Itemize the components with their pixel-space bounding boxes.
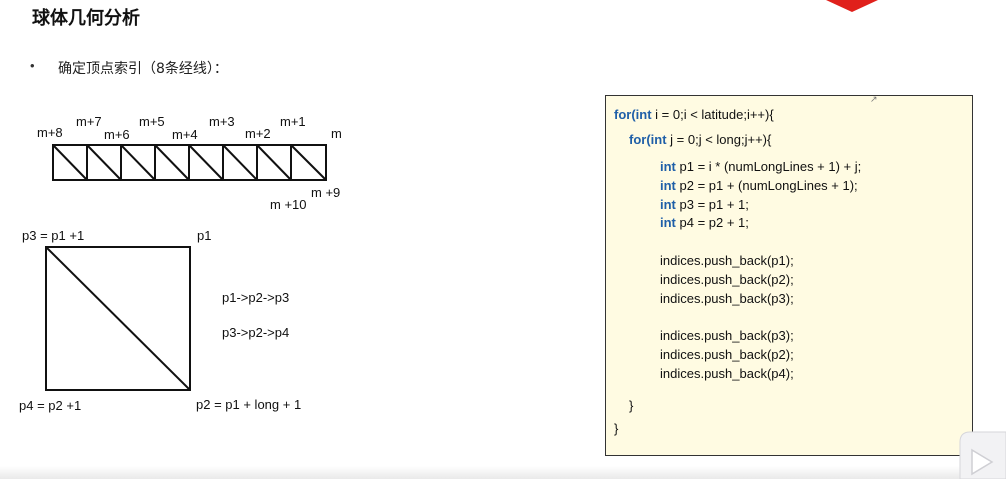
strip-label-m10: m +10 (270, 197, 307, 212)
bullet-text: 确定顶点索引（8条经线）： (58, 61, 228, 77)
brand-red-tab (826, 0, 878, 12)
code-line-p1: int p1 = i * (numLongLines + 1) + j; (660, 159, 862, 174)
triangle-order-2: p3->p2->p4 (222, 325, 290, 340)
code-line-inner-loop: for(int j = 0;j < long;j++){ (629, 132, 772, 147)
code-line-p4: int p4 = p2 + 1; (660, 215, 749, 230)
code-line-p2: int p2 = p1 + (numLongLines + 1); (660, 178, 858, 193)
quad-triangles-diagram (45, 246, 191, 391)
code-line-push-2: indices.push_back(p2); (660, 272, 794, 287)
vertex-label-p2: p2 = p1 + long + 1 (196, 397, 302, 412)
bottom-shadow (0, 466, 1006, 479)
strip-label-m9: m +9 (311, 185, 341, 200)
cursor-arrow-icon: ↗ (870, 94, 878, 104)
longitude-strip-diagram (52, 144, 327, 181)
strip-label-m2: m+2 (245, 126, 271, 141)
strip-label-m4: m+4 (172, 127, 198, 142)
slide-title: 球体几何分析 (32, 8, 140, 29)
vertex-label-p4: p4 = p2 +1 (19, 398, 82, 413)
code-block: for(int i = 0;i < latitude;i++){ for(int… (605, 95, 973, 456)
code-line-p3: int p3 = p1 + 1; (660, 197, 749, 212)
strip-label-m6: m+6 (104, 127, 130, 142)
strip-label-m5: m+5 (139, 114, 165, 129)
code-line-outer-loop: for(int i = 0;i < latitude;i++){ (614, 107, 774, 122)
code-line-push-6: indices.push_back(p4); (660, 366, 794, 381)
code-line-push-4: indices.push_back(p3); (660, 328, 794, 343)
strip-label-m3: m+3 (209, 114, 235, 129)
bullet-marker: • (30, 58, 35, 73)
code-line-push-3: indices.push_back(p3); (660, 291, 794, 306)
vertex-label-p1: p1 (197, 228, 212, 243)
strip-label-m7: m+7 (76, 114, 102, 129)
strip-label-m: m (331, 126, 342, 141)
strip-label-m1: m+1 (280, 114, 306, 129)
code-line-push-5: indices.push_back(p2); (660, 347, 794, 362)
play-corner-icon[interactable] (952, 428, 1006, 479)
code-line-inner-close: } (629, 398, 634, 413)
vertex-label-p3: p3 = p1 +1 (22, 228, 85, 243)
triangle-order-1: p1->p2->p3 (222, 290, 290, 305)
strip-label-m8: m+8 (37, 125, 63, 140)
code-line-outer-close: } (614, 421, 619, 436)
code-line-push-1: indices.push_back(p1); (660, 253, 794, 268)
slide: 球体几何分析 • 确定顶点索引（8条经线）： m+8 m+7 m+6 m+5 m… (0, 0, 1006, 479)
